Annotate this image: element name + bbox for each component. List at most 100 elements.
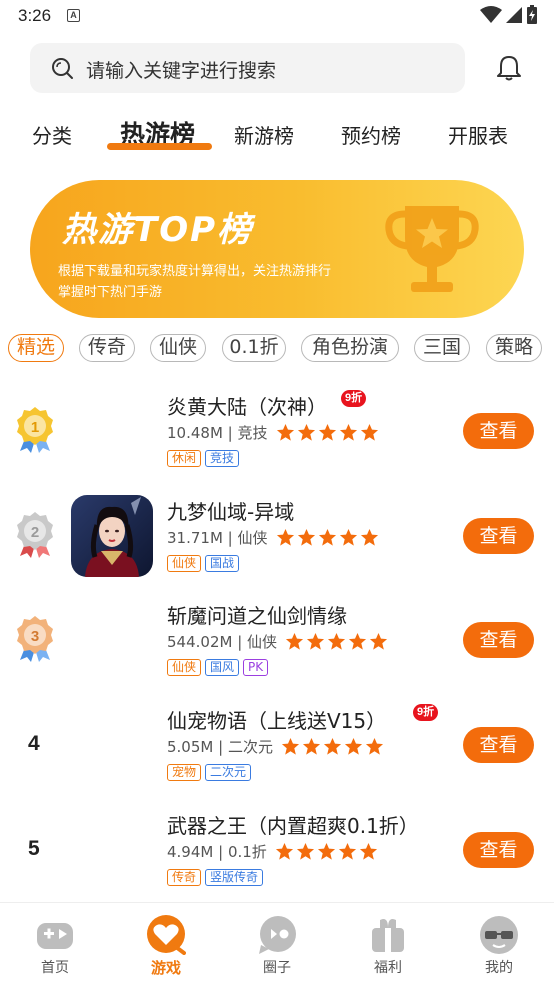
rating-stars [285, 632, 388, 651]
svg-text:3: 3 [31, 628, 39, 645]
status-time: 3:26 [18, 6, 52, 25]
star-icon [296, 842, 315, 861]
hot-top-banner[interactable]: 热游TOP榜 根据下载量和玩家热度计算得出，关注热游排行掌握时下热门手游 [30, 180, 524, 318]
game-row[interactable]: 3 斩魔问道之仙剑情缘 544.02M | 仙侠仙侠 国风 PK 查看 [0, 587, 554, 691]
game-name[interactable]: 炎黄大陆（次神） [167, 391, 327, 420]
star-icon [306, 632, 325, 651]
star-icon [276, 423, 295, 442]
nav-games[interactable]: 游戏 [126, 903, 206, 984]
chip-discount[interactable]: 0.1折 [222, 334, 286, 362]
search-bar[interactable]: 请输入关键字进行搜索 [30, 43, 465, 93]
star-icon [318, 528, 337, 547]
discount-badge: 9折 [413, 704, 439, 721]
game-tags: 仙侠 国风 PK [167, 659, 269, 676]
game-tag: 竞技 [205, 450, 240, 467]
status-icons [480, 5, 538, 25]
game-name[interactable]: 斩魔问道之仙剑情缘 [167, 600, 347, 629]
game-category: 仙侠 [247, 633, 278, 651]
game-name[interactable]: 仙宠物语（上线送V15） [167, 705, 386, 734]
game-tag: 仙侠 [167, 659, 202, 676]
bottom-navigation: 首页 游戏 圈子 福利 我的 [0, 902, 554, 984]
star-icon [365, 737, 384, 756]
game-size: 31.71M [167, 528, 223, 547]
game-size: 4.94M [167, 842, 214, 861]
game-tag: 传奇 [167, 869, 202, 886]
tab-server-schedule[interactable]: 开服表 [448, 120, 508, 149]
star-icon [302, 737, 321, 756]
rank-medal-icon: 1 [17, 407, 53, 453]
star-icon [360, 528, 379, 547]
nav-games-label: 游戏 [150, 959, 181, 977]
star-icon [281, 737, 300, 756]
rank-number: 4 [28, 732, 40, 755]
game-tag: 竖版传奇 [205, 869, 264, 886]
star-icon [285, 632, 304, 651]
chip-legend[interactable]: 传奇 [79, 334, 135, 362]
star-icon [348, 632, 367, 651]
search-input[interactable]: 请输入关键字进行搜索 [86, 56, 276, 83]
star-icon [339, 423, 358, 442]
star-icon [318, 423, 337, 442]
chip-rpg[interactable]: 角色扮演 [301, 334, 399, 362]
game-row[interactable]: 4 仙宠物语（上线送V15） 9折 5.05M | 二次元 宠物 二次元 查看 [0, 692, 554, 796]
rating-stars [276, 423, 379, 442]
view-button[interactable]: 查看 [463, 727, 534, 763]
nav-welfare[interactable]: 福利 [348, 903, 428, 984]
star-icon [360, 423, 379, 442]
nav-home[interactable]: 首页 [15, 903, 95, 984]
gamepad-icon [37, 923, 73, 949]
rating-stars [276, 528, 379, 547]
nav-profile[interactable]: 我的 [459, 903, 539, 984]
game-tag: 休闲 [167, 450, 202, 467]
game-name[interactable]: 九梦仙域-异域 [167, 496, 294, 525]
game-name[interactable]: 武器之王（内置超爽0.1折） [167, 810, 419, 839]
star-icon [276, 528, 295, 547]
chip-three-kingdoms[interactable]: 三国 [414, 334, 470, 362]
game-meta: 31.71M | 仙侠 [167, 527, 379, 548]
game-row[interactable]: 1 炎黄大陆（次神） 9折 10.48M | 竞技 休闲 竞技 查看 [0, 378, 554, 482]
tab-new-games[interactable]: 新游榜 [234, 120, 294, 149]
view-button[interactable]: 查看 [463, 622, 534, 658]
trophy-icon [385, 206, 479, 292]
tab-reservations[interactable]: 预约榜 [341, 120, 401, 149]
game-heart-icon [147, 915, 186, 955]
rank-medal-icon: 2 [17, 512, 53, 558]
game-category: 竞技 [237, 424, 268, 442]
game-tag: 宠物 [167, 764, 202, 781]
game-tags: 休闲 竞技 [167, 450, 240, 467]
chip-featured[interactable]: 精选 [8, 334, 64, 362]
star-icon [359, 842, 378, 861]
chip-xianxia[interactable]: 仙侠 [150, 334, 206, 362]
game-icon[interactable] [71, 495, 153, 577]
chip-strategy[interactable]: 策略 [486, 334, 542, 362]
svg-text:1: 1 [31, 419, 39, 436]
profile-icon [480, 916, 518, 954]
notification-icon: A [67, 9, 80, 22]
star-icon [327, 632, 346, 651]
signal-icon [506, 7, 522, 23]
nav-home-label: 首页 [41, 960, 69, 976]
view-button[interactable]: 查看 [463, 413, 534, 449]
tab-category[interactable]: 分类 [32, 120, 72, 149]
game-meta: 544.02M | 仙侠 [167, 631, 388, 652]
status-bar: 3:26 A [0, 0, 554, 32]
meta-separator: | [222, 528, 238, 547]
bell-icon[interactable] [494, 53, 524, 83]
view-button[interactable]: 查看 [463, 518, 534, 554]
game-tags: 宠物 二次元 [167, 764, 252, 781]
nav-community[interactable]: 圈子 [237, 903, 317, 984]
tab-active-indicator [107, 143, 212, 150]
banner-subtitle: 根据下载量和玩家热度计算得出，关注热游排行掌握时下热门手游 [58, 264, 332, 300]
star-icon [275, 842, 294, 861]
rating-stars [281, 737, 384, 756]
game-size: 544.02M [167, 632, 233, 651]
wifi-icon [480, 6, 502, 23]
view-button[interactable]: 查看 [463, 832, 534, 868]
star-icon [344, 737, 363, 756]
game-tag: 二次元 [205, 764, 252, 781]
game-row[interactable]: 5 武器之王（内置超爽0.1折） 4.94M | 0.1折 传奇 竖版传奇 查看 [0, 797, 554, 901]
game-row[interactable]: 2 九梦仙域-异域 31.71M | 仙侠 仙侠 国战 查看 [0, 483, 554, 587]
star-icon [323, 737, 342, 756]
game-tag: 国风 [205, 659, 240, 676]
rank-medal-icon: 3 [17, 616, 53, 662]
